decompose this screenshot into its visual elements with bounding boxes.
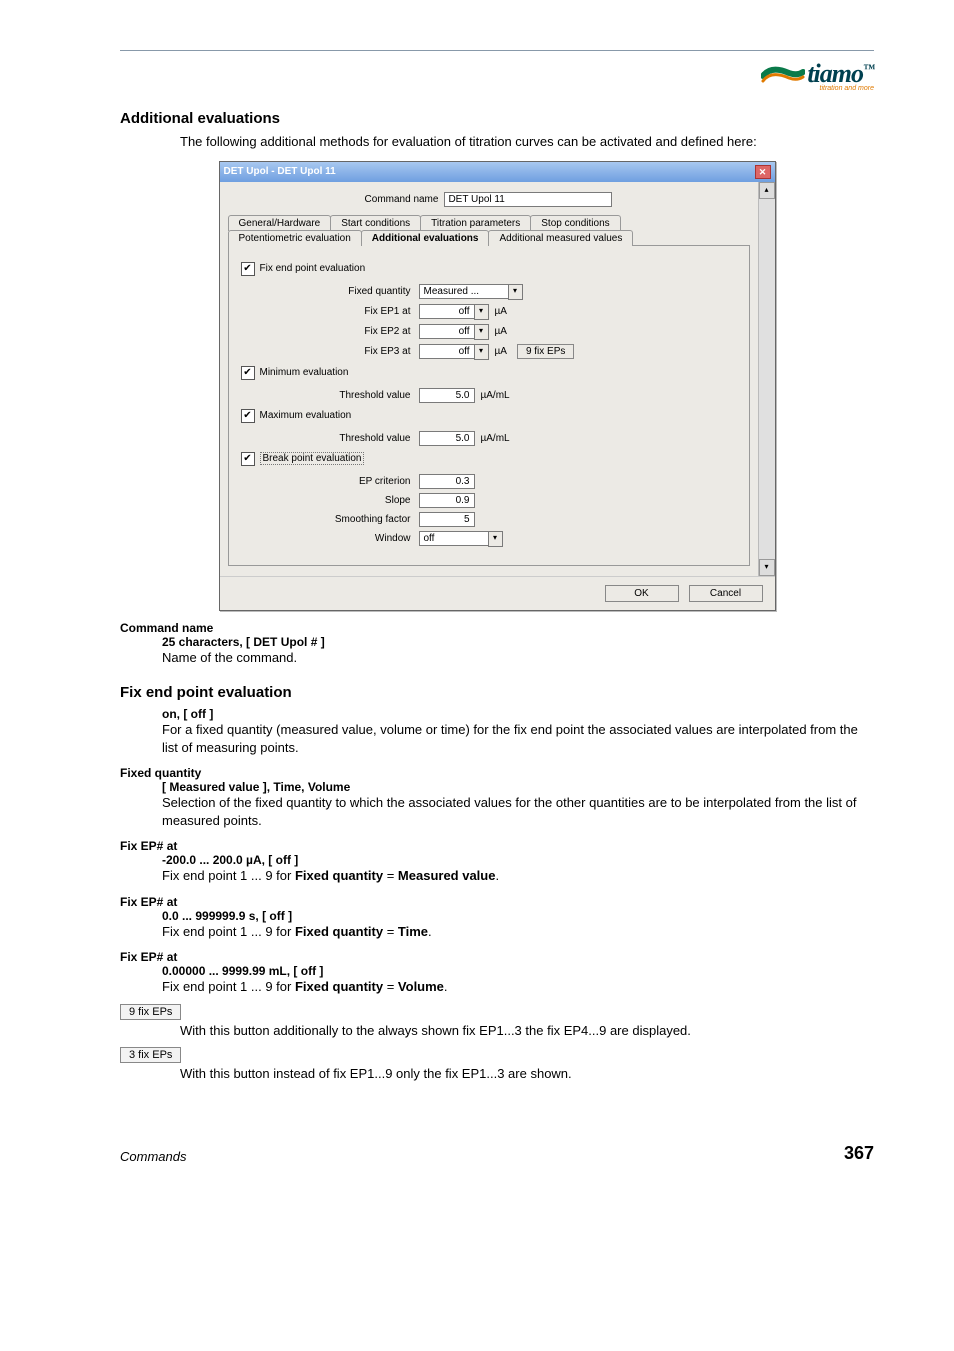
fixed-quantity-select[interactable]: Measured ...: [419, 284, 509, 299]
chevron-down-icon[interactable]: ▾: [508, 284, 523, 300]
fixed-quantity-label: Fixed quantity: [241, 286, 419, 297]
chevron-down-icon[interactable]: ▾: [488, 531, 503, 547]
fix-endpoint-label: Fix end point evaluation: [260, 263, 366, 274]
cancel-button[interactable]: Cancel: [689, 585, 763, 602]
nine-fix-eps-info-button: 9 fix EPs: [120, 1004, 181, 1020]
dialog-title: DET Upol - DET Upol 11: [224, 166, 336, 177]
page-number: 367: [844, 1143, 874, 1164]
window-select[interactable]: off: [419, 531, 489, 546]
close-icon[interactable]: ✕: [755, 165, 771, 179]
maximum-evaluation-checkbox[interactable]: ✔: [241, 409, 255, 423]
ep-criterion-input[interactable]: 0.3: [419, 474, 475, 489]
dialog-scrollbar[interactable]: ▴ ▾: [758, 182, 775, 576]
tab-potentiometric-evaluation[interactable]: Potentiometric evaluation: [228, 230, 362, 246]
fix-endpoint-checkbox[interactable]: ✔: [241, 262, 255, 276]
slope-input[interactable]: 0.9: [419, 493, 475, 508]
min-threshold-input[interactable]: 5.0: [419, 388, 475, 403]
footer-section: Commands: [120, 1149, 186, 1164]
fix-ep3-input[interactable]: off: [419, 344, 475, 359]
heading-fix-endpoint-evaluation: Fix end point evaluation: [120, 684, 874, 701]
heading-additional-evaluations: Additional evaluations: [120, 110, 874, 127]
param-fix-ep-volume: Fix EP# at: [120, 950, 874, 964]
break-point-checkbox[interactable]: ✔: [241, 452, 255, 466]
intro-text: The following additional methods for eva…: [180, 133, 874, 151]
tab-stop-conditions[interactable]: Stop conditions: [530, 215, 620, 231]
param-command-name: Command name: [120, 621, 874, 635]
tab-start-conditions[interactable]: Start conditions: [330, 215, 421, 231]
chevron-down-icon[interactable]: ▾: [474, 344, 489, 360]
ok-button[interactable]: OK: [605, 585, 679, 602]
tab-titration-parameters[interactable]: Titration parameters: [420, 215, 531, 231]
chevron-down-icon[interactable]: ▾: [474, 304, 489, 320]
smoothing-factor-input[interactable]: 5: [419, 512, 475, 527]
param-fix-ep-time: Fix EP# at: [120, 895, 874, 909]
nine-fix-eps-button[interactable]: 9 fix EPs: [517, 344, 574, 359]
chevron-down-icon[interactable]: ▾: [474, 324, 489, 340]
scroll-down-icon[interactable]: ▾: [759, 559, 775, 576]
scroll-up-icon[interactable]: ▴: [759, 182, 775, 199]
brand-logo: tiamo™ titration and more: [761, 59, 874, 92]
fix-ep1-input[interactable]: off: [419, 304, 475, 319]
param-fix-ep-measured: Fix EP# at: [120, 839, 874, 853]
fix-ep2-input[interactable]: off: [419, 324, 475, 339]
tab-additional-evaluations[interactable]: Additional evaluations: [361, 230, 490, 246]
command-name-label: Command name: [365, 194, 439, 205]
command-name-input[interactable]: [444, 192, 612, 207]
param-fixed-quantity: Fixed quantity: [120, 766, 874, 780]
dialog-additional-evaluations: DET Upol - DET Upol 11 ✕ Command name Ge…: [219, 161, 776, 611]
max-threshold-input[interactable]: 5.0: [419, 431, 475, 446]
tab-additional-measured-values[interactable]: Additional measured values: [488, 230, 633, 246]
three-fix-eps-info-button: 3 fix EPs: [120, 1047, 181, 1063]
minimum-evaluation-checkbox[interactable]: ✔: [241, 366, 255, 380]
tab-general-hardware[interactable]: General/Hardware: [228, 215, 332, 231]
